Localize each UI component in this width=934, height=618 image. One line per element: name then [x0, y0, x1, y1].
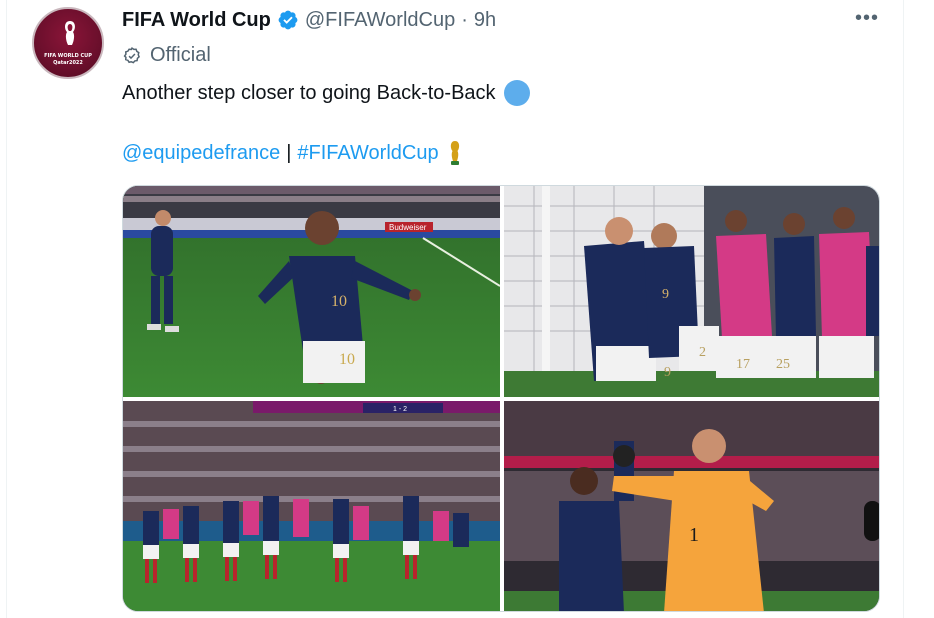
- official-label-text: Official: [150, 44, 211, 66]
- more-icon: •••: [854, 6, 879, 29]
- tweet-timestamp[interactable]: 9h: [474, 9, 496, 32]
- author-handle[interactable]: @FIFAWorldCup: [305, 9, 455, 32]
- photo-giroud-hug[interactable]: 9 9 2 17 25: [504, 186, 879, 397]
- timeline-left-border: [6, 0, 7, 618]
- photo1-image: Budweiser 10 10: [123, 186, 500, 397]
- verified-badge-icon: [278, 10, 298, 30]
- photo2-number-b: 2: [699, 345, 706, 360]
- author-name[interactable]: FIFA World Cup: [122, 9, 271, 32]
- photo3-image: 1 - 2: [123, 401, 500, 611]
- blue-circle-emoji-icon: [503, 80, 530, 106]
- photo-team-celebration[interactable]: 1 - 2: [123, 401, 500, 611]
- trophy-emoji-icon: [450, 141, 459, 165]
- official-badge-icon: [123, 46, 140, 63]
- tweet-body: Another step closer to going Back-to-Bac…: [122, 81, 496, 104]
- media-grid: Budweiser 10 10 9 9 2 17 25 1 - 2 1: [122, 185, 880, 612]
- photo2-number-a: 9: [662, 287, 669, 302]
- mention-link[interactable]: @equipedefrance: [122, 142, 280, 165]
- author-avatar[interactable]: FIFA WORLD CUP Qatar2022: [32, 7, 104, 79]
- photo2-number-c: 17: [736, 357, 750, 372]
- photo2-image: 9 9 2 17 25: [504, 186, 879, 397]
- tweet-text: Another step closer to going Back-to-Bac…: [122, 80, 530, 106]
- photo1-shorts-number: 10: [339, 351, 355, 368]
- timeline-right-border: [903, 0, 904, 618]
- time-separator: ·: [461, 8, 468, 31]
- avatar-logo-line2: Qatar2022: [53, 60, 83, 66]
- avatar-logo-line1: FIFA WORLD CUP: [44, 53, 92, 59]
- hashtag-link[interactable]: #FIFAWorldCup: [297, 142, 438, 165]
- tweet-links-line: @equipedefrance | #FIFAWorldCup: [122, 140, 463, 166]
- qatar-2022-logo-icon: [65, 21, 75, 45]
- link-separator: |: [286, 141, 292, 164]
- photo2-number-a-shorts: 9: [664, 365, 671, 380]
- photo4-image: 1: [504, 401, 879, 611]
- photo3-score: 1 - 2: [393, 406, 407, 413]
- photo2-number-d: 25: [776, 357, 790, 372]
- photo-mbappe-celebration[interactable]: Budweiser 10 10: [123, 186, 500, 397]
- photo-lloris-celebration[interactable]: 1: [504, 401, 879, 611]
- more-options-button[interactable]: •••: [852, 6, 882, 30]
- official-label: Official: [122, 44, 211, 67]
- photo1-board-text: Budweiser: [389, 223, 427, 232]
- photo4-jersey-number: 1: [689, 524, 699, 546]
- photo1-jersey-number: 10: [331, 293, 347, 310]
- tweet-header: FIFA World Cup @FIFAWorldCup · 9h: [122, 8, 496, 32]
